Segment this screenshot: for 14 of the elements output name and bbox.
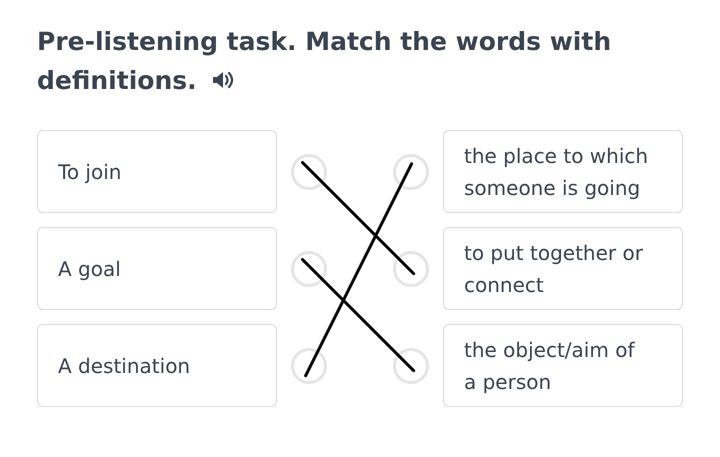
task-title: Pre-listening task. Match the words with: [37, 27, 612, 56]
match-circle[interactable]: [291, 250, 327, 286]
match-circle[interactable]: [393, 154, 429, 190]
definition-card[interactable]: the object/aim of a person: [443, 324, 683, 407]
definition-card[interactable]: the place to which someone is going: [443, 130, 683, 213]
match-circle[interactable]: [393, 250, 429, 286]
match-circle[interactable]: [291, 348, 327, 384]
word-card[interactable]: A goal: [37, 227, 277, 310]
match-circle[interactable]: [291, 154, 327, 190]
definition-card[interactable]: to put together or connect: [443, 227, 683, 310]
match-circle[interactable]: [393, 348, 429, 384]
task-title: definitions.: [37, 66, 197, 95]
word-card[interactable]: A destination: [37, 324, 277, 407]
word-card[interactable]: To join: [37, 130, 277, 213]
